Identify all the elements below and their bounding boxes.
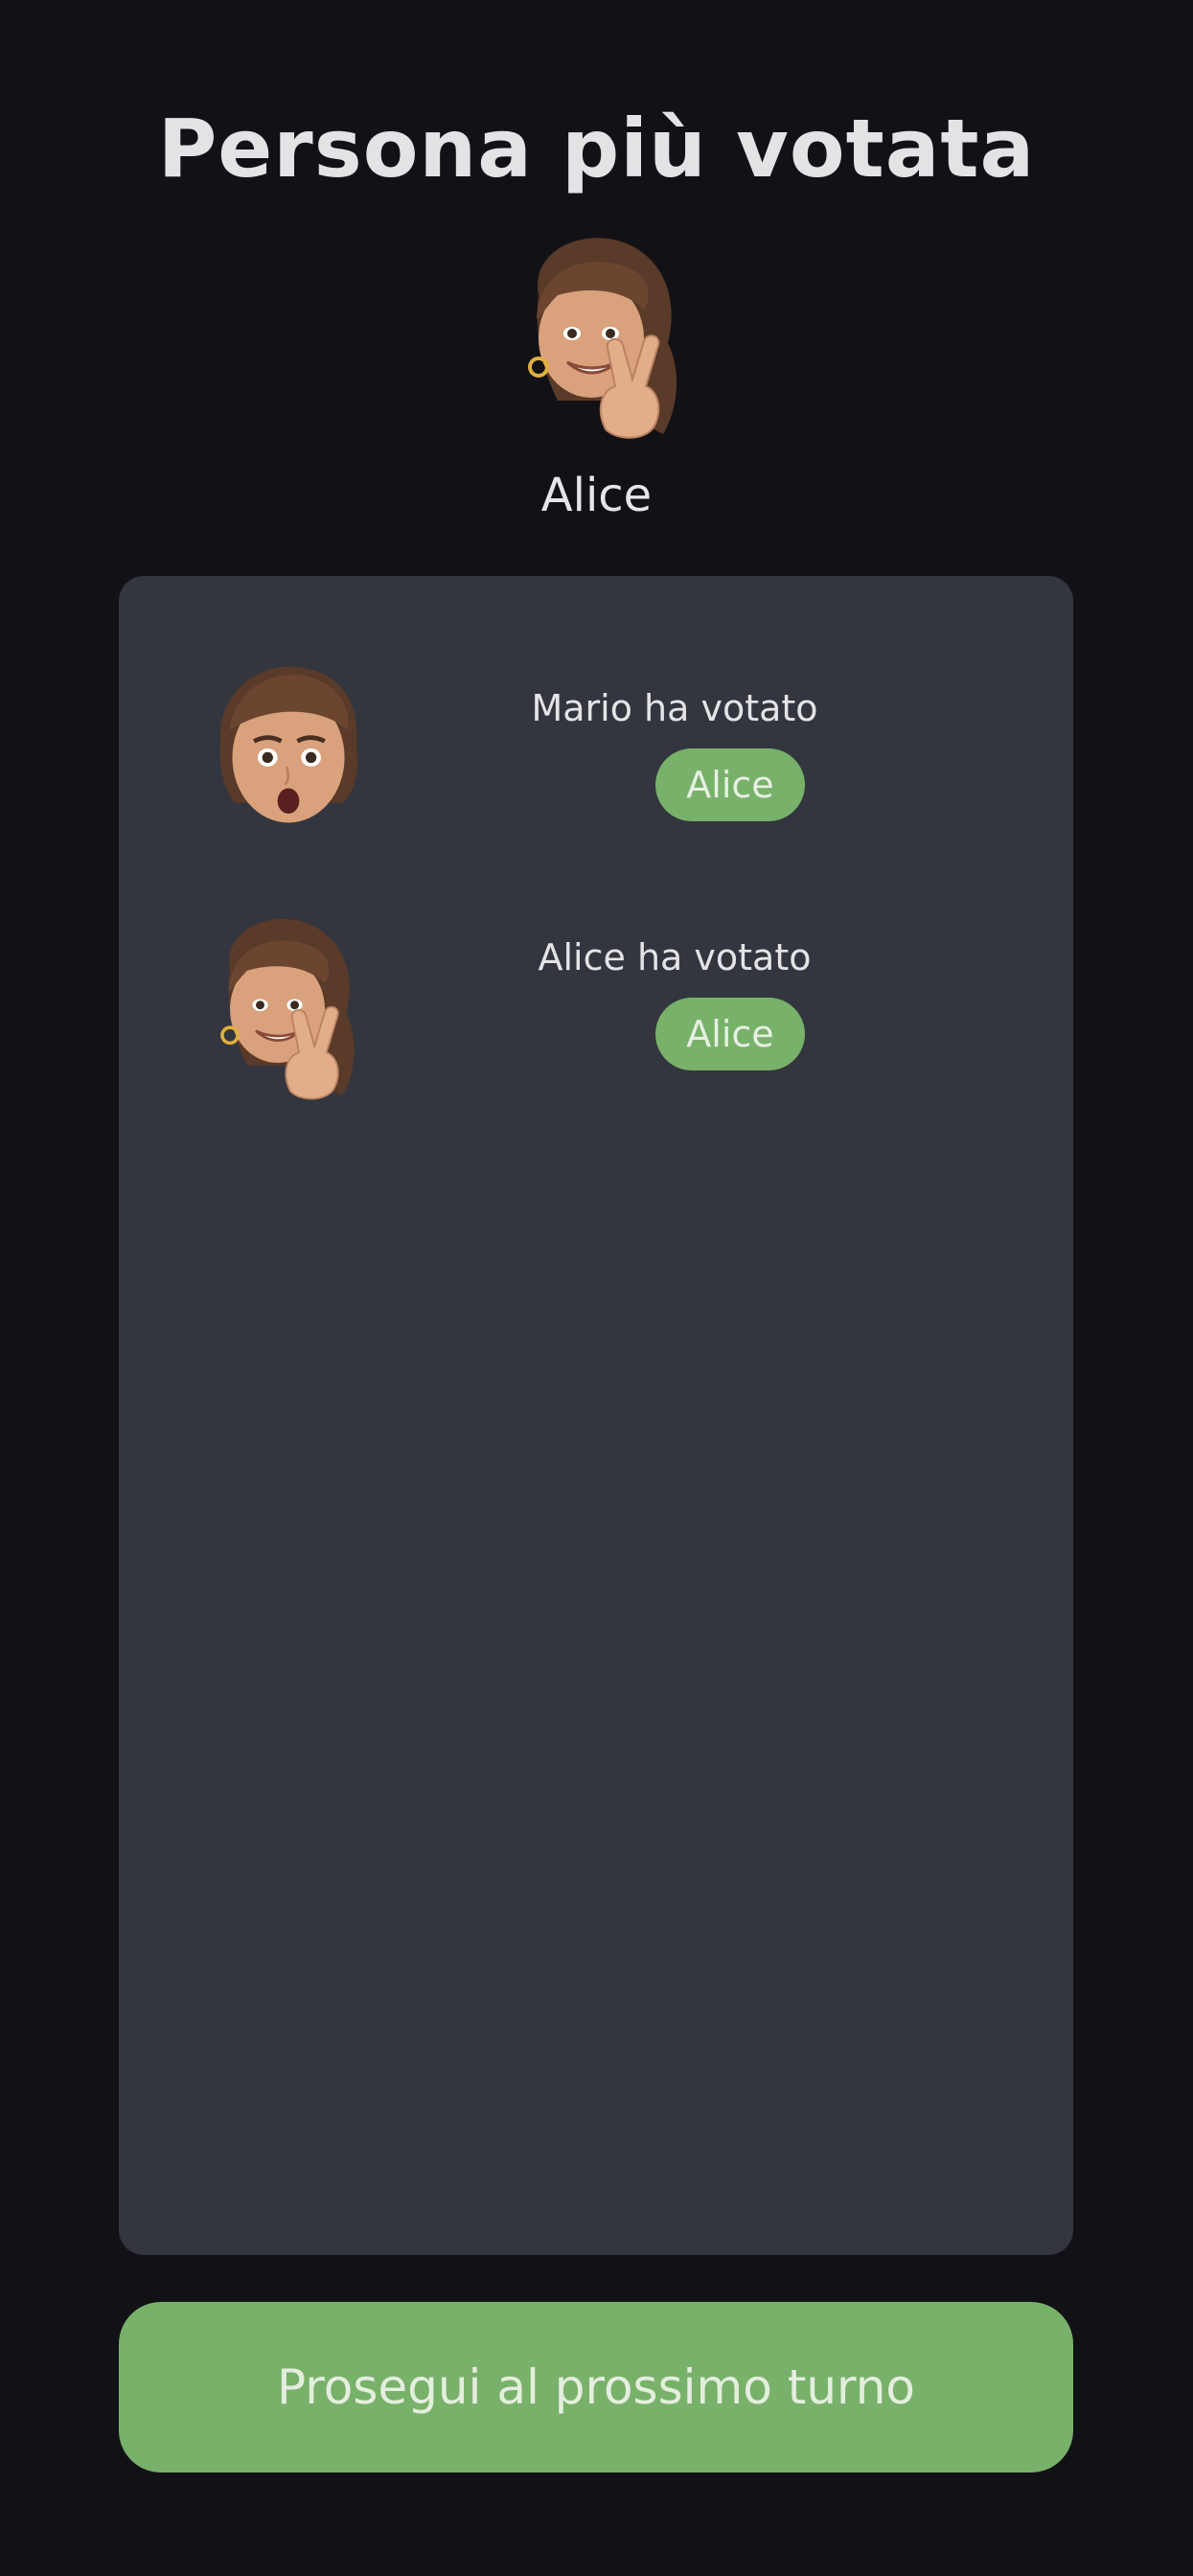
- winner-name: Alice: [540, 469, 653, 522]
- vote-label: Alice ha votato: [538, 936, 812, 978]
- voter-avatar: [195, 902, 368, 1113]
- vote-row: Mario ha votato Alice: [119, 653, 1073, 873]
- vote-label: Mario ha votato: [531, 687, 818, 729]
- memoji-peace-sign-icon: [220, 917, 356, 1101]
- vote-choice-badge: Alice: [655, 998, 805, 1070]
- vote-row: Alice ha votato Alice: [119, 902, 1073, 1122]
- memoji-surprised-icon: [207, 653, 370, 844]
- vote-choice-badge: Alice: [655, 748, 805, 821]
- page-title: Persona più votata: [157, 102, 1036, 196]
- votes-panel: Mario ha votato Alice Alice ha votato Al…: [119, 576, 1073, 2255]
- next-turn-button[interactable]: Prosegui al prossimo turno: [119, 2302, 1073, 2472]
- winner-avatar: [500, 228, 692, 444]
- voter-avatar: [207, 653, 370, 844]
- memoji-peace-sign-icon: [528, 236, 679, 440]
